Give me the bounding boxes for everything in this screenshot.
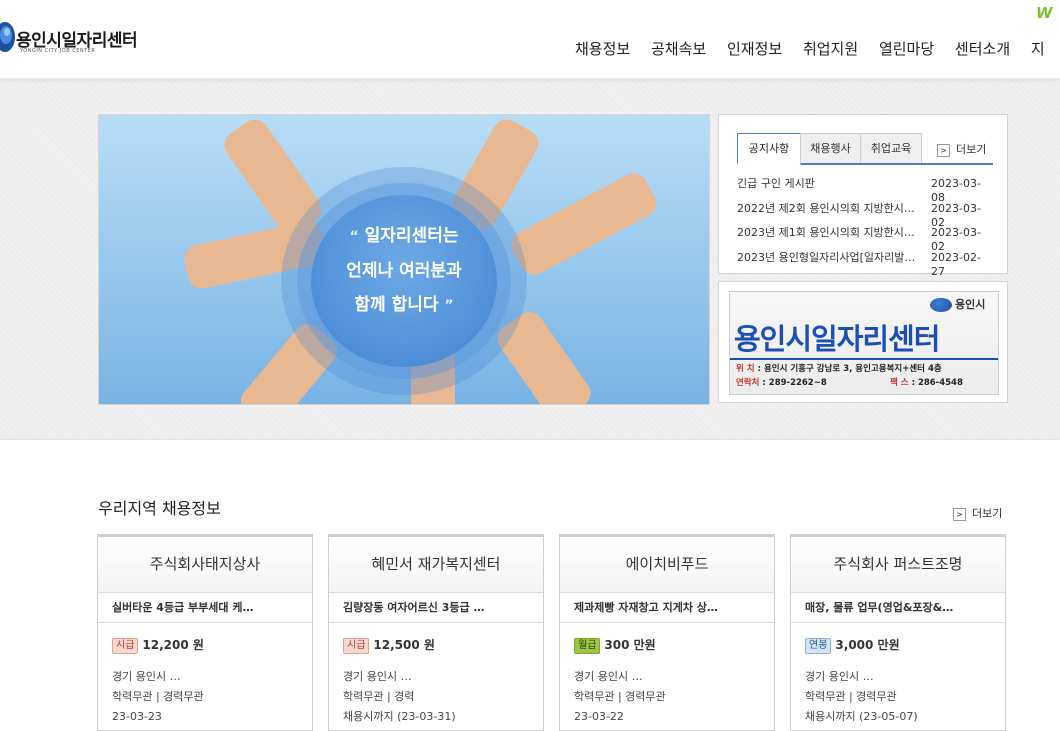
address-value: 용인시 기흥구 강남로 3, 용인고용복지+센터 4층 xyxy=(763,364,942,374)
job-company[interactable]: 주식회사 퍼스트조명 xyxy=(791,537,1005,593)
banner-area: “ 일자리센터는 언제나 여러분과 함께 합니다 ” 공지사항 채용행사 취업교… xyxy=(0,79,1060,440)
jobs-more-link[interactable]: > 더보기 xyxy=(953,505,1002,521)
notice-item[interactable]: 긴급 구인 게시판 2023-03-08 xyxy=(737,177,993,204)
job-company[interactable]: 주식회사태지상사 xyxy=(98,537,312,593)
notice-more-link[interactable]: > 더보기 xyxy=(937,141,986,157)
pay-amount: 12,200 원 xyxy=(142,638,204,652)
job-region: 경기 용인시 … xyxy=(343,670,412,683)
quote-close-icon: ” xyxy=(444,298,454,314)
job-requirements: 학력무관 | 경력무관 xyxy=(574,690,666,703)
more-label: 더보기 xyxy=(956,143,987,156)
job-deadline: 채용시까지 (23-05-07) xyxy=(805,710,918,723)
quote-open-icon: “ xyxy=(349,229,359,245)
job-company[interactable]: 혜민서 재가복지센터 xyxy=(329,537,543,593)
sign-title: 용인시일자리센터 xyxy=(734,322,940,356)
job-title[interactable]: 제과제빵 자재창고 지게차 상… xyxy=(560,593,774,623)
section-title: 우리지역 채용정보 xyxy=(98,499,221,518)
phone-value: 289-2262~8 xyxy=(768,378,827,388)
pay-amount: 3,000 만원 xyxy=(835,638,900,652)
notice-title[interactable]: 2023년 용인형일자리사업[일자리발… xyxy=(737,251,923,265)
job-title[interactable]: 김량장동 여자어르신 3등급 … xyxy=(329,593,543,623)
job-info: 경기 용인시 … 학력무관 | 경력무관 23-03-23 xyxy=(112,667,312,727)
center-signboard[interactable]: 용인시 용인시일자리센터 위 치 : 용인시 기흥구 강남로 3, 용인고용복지… xyxy=(729,291,999,395)
pay-amount: 12,500 원 xyxy=(373,638,435,652)
job-deadline: 23-03-22 xyxy=(574,710,624,723)
banner-line-3: 함께 합니다 xyxy=(354,295,439,315)
notice-item[interactable]: 2022년 제2회 용인시의회 지방한시… 2023-03-02 xyxy=(737,202,993,229)
notice-title[interactable]: 2023년 제1회 용인시의회 지방한시… xyxy=(737,226,923,240)
job-card[interactable]: 혜민서 재가복지센터 김량장동 여자어르신 3등급 … 시급 12,500 원 경… xyxy=(328,534,544,731)
job-pay: 시급 12,500 원 xyxy=(343,637,543,654)
city-emblem-icon xyxy=(930,298,952,312)
job-info: 경기 용인시 … 학력무관 | 경력 채용시까지 (23-03-31) xyxy=(343,667,543,727)
banner-slogan: “ 일자리센터는 언제나 여러분과 함께 합니다 ” xyxy=(314,219,494,323)
notice-item[interactable]: 2023년 용인형일자리사업[일자리발… 2023-02-27 xyxy=(737,250,993,278)
banner-line-2: 언제나 여러분과 xyxy=(346,261,462,281)
fax-value: 286-4548 xyxy=(917,378,963,388)
nav-item-open-forum[interactable]: 열린마당 xyxy=(879,38,934,59)
job-region: 경기 용인시 … xyxy=(805,670,874,683)
chevron-right-icon: > xyxy=(953,507,966,521)
job-title[interactable]: 실버타운 4등급 부부세대 케… xyxy=(98,593,312,623)
site-header: 용인시일자리센터 YONGIN CITY JOB CENTER 채용정보 공채속… xyxy=(0,0,1060,79)
notice-item[interactable]: 2023년 제1회 용인시의회 지방한시… 2023-03-02 xyxy=(737,226,993,253)
sign-logo-label: 용인시 xyxy=(955,298,986,311)
fax-label: 팩 스 xyxy=(890,378,909,388)
nav-item-recruit-news[interactable]: 공채속보 xyxy=(651,38,706,59)
nav-item-about[interactable]: 센터소개 xyxy=(955,38,1010,59)
job-deadline: 채용시까지 (23-03-31) xyxy=(343,710,456,723)
job-info: 경기 용인시 … 학력무관 | 경력무관 23-03-22 xyxy=(574,667,774,727)
job-title[interactable]: 매장, 물류 업무(영업&포장&… xyxy=(791,593,1005,623)
job-requirements: 학력무관 | 경력무관 xyxy=(805,690,897,703)
pay-amount: 300 만원 xyxy=(604,638,656,652)
nav-item-jobs[interactable]: 채용정보 xyxy=(575,38,630,59)
job-info: 경기 용인시 … 학력무관 | 경력무관 채용시까지 (23-05-07) xyxy=(805,667,1005,727)
phone-label: 연락처 xyxy=(736,378,760,388)
chevron-right-icon: > xyxy=(937,143,950,157)
hand-decoration xyxy=(506,168,662,280)
tab-notice[interactable]: 공지사항 xyxy=(737,133,801,165)
notice-date: 2023-02-27 xyxy=(931,250,981,278)
pay-type-badge: 시급 xyxy=(112,638,139,654)
job-region: 경기 용인시 … xyxy=(574,670,643,683)
sign-fax: 팩 스 : 286-4548 xyxy=(890,378,963,388)
sign-phone: 연락처 : 289-2262~8 xyxy=(736,378,827,388)
pay-type-badge: 연봉 xyxy=(805,638,832,654)
nav-item-partial[interactable]: 지 xyxy=(1031,38,1045,59)
site-logo[interactable]: 용인시일자리센터 YONGIN CITY JOB CENTER xyxy=(0,20,164,60)
banner-line-1: 일자리센터는 xyxy=(364,226,459,246)
sign-divider xyxy=(730,358,998,360)
job-company[interactable]: 에이치비푸드 xyxy=(560,537,774,593)
pay-type-badge: 시급 xyxy=(343,638,370,654)
nav-item-talent[interactable]: 인재정보 xyxy=(727,38,782,59)
job-card[interactable]: 에이치비푸드 제과제빵 자재창고 지게차 상… 월급 300 만원 경기 용인시 … xyxy=(559,534,775,731)
notice-list: 긴급 구인 게시판 2023-03-08 2022년 제2회 용인시의회 지방한… xyxy=(737,177,993,278)
address-label: 위 치 xyxy=(736,364,755,374)
job-pay: 월급 300 만원 xyxy=(574,637,774,654)
tab-job-training[interactable]: 취업교육 xyxy=(860,133,922,163)
tab-recruit-events[interactable]: 채용행사 xyxy=(800,133,861,163)
center-info-panel: 용인시 용인시일자리센터 위 치 : 용인시 기흥구 강남로 3, 용인고용복지… xyxy=(718,281,1008,403)
job-pay: 시급 12,200 원 xyxy=(112,637,312,654)
job-requirements: 학력무관 | 경력 xyxy=(343,690,415,703)
sign-address: 위 치 : 용인시 기흥구 강남로 3, 용인고용복지+센터 4층 xyxy=(736,364,942,374)
notice-title[interactable]: 2022년 제2회 용인시의회 지방한시… xyxy=(737,202,923,216)
notice-panel: 공지사항 채용행사 취업교육 > 더보기 긴급 구인 게시판 2023-03-08… xyxy=(718,114,1008,278)
more-label: 더보기 xyxy=(972,507,1003,520)
sign-logo: 용인시 xyxy=(930,296,985,312)
main-banner[interactable]: “ 일자리센터는 언제나 여러분과 함께 합니다 ” xyxy=(98,114,710,405)
job-card[interactable]: 주식회사 퍼스트조명 매장, 물류 업무(영업&포장&… 연봉 3,000 만원 … xyxy=(790,534,1006,731)
logo-emblem-icon xyxy=(0,22,15,52)
corner-logo[interactable]: W xyxy=(1036,4,1053,22)
logo-subtitle: YONGIN CITY JOB CENTER xyxy=(20,48,96,54)
pay-type-badge: 월급 xyxy=(574,638,601,654)
job-requirements: 학력무관 | 경력무관 xyxy=(112,690,204,703)
job-deadline: 23-03-23 xyxy=(112,710,162,723)
job-region: 경기 용인시 … xyxy=(112,670,181,683)
job-pay: 연봉 3,000 만원 xyxy=(805,637,1005,654)
notice-title[interactable]: 긴급 구인 게시판 xyxy=(737,177,923,191)
job-card[interactable]: 주식회사태지상사 실버타운 4등급 부부세대 케… 시급 12,200 원 경기 … xyxy=(97,534,313,731)
main-nav: 채용정보 공채속보 인재정보 취업지원 열린마당 센터소개 지 xyxy=(575,38,1060,59)
nav-item-employment-support[interactable]: 취업지원 xyxy=(803,38,858,59)
